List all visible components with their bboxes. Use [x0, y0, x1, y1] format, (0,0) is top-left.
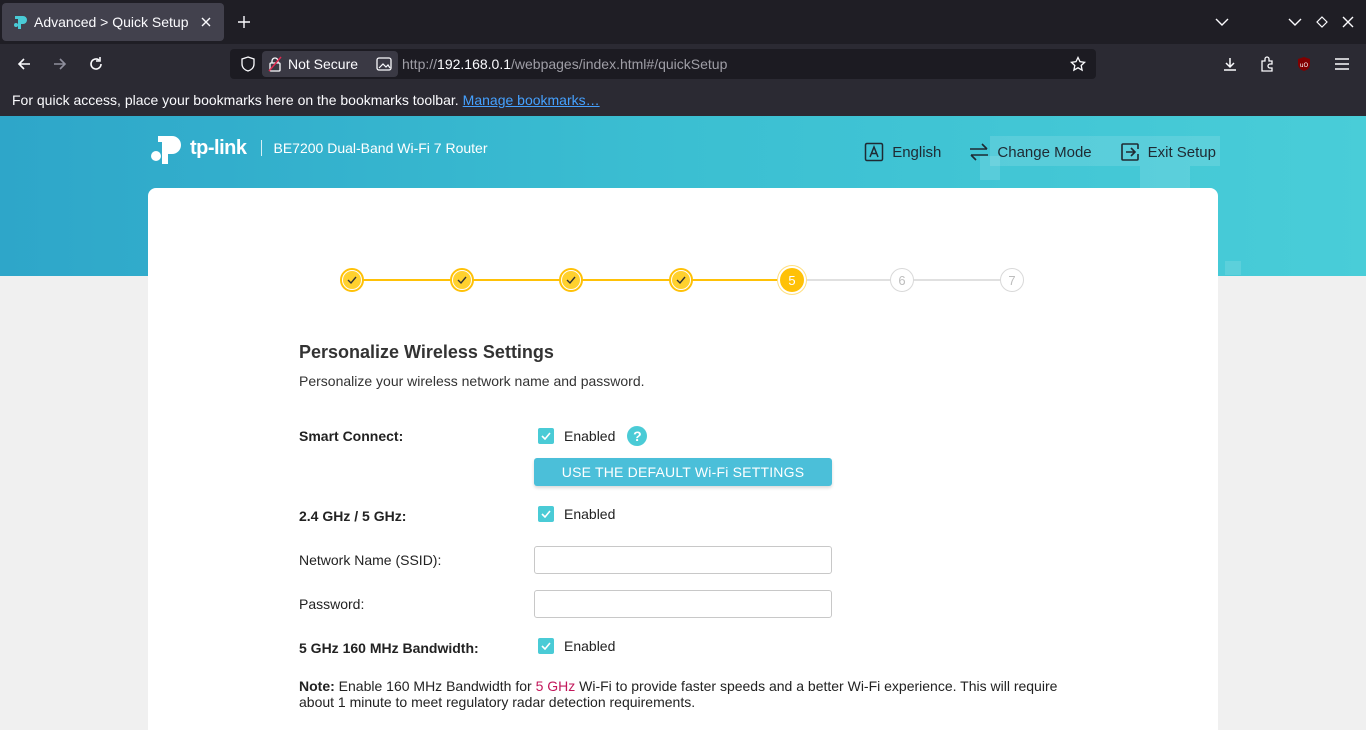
section-title: Personalize Wireless Settings	[299, 342, 554, 362]
change-mode-icon	[969, 143, 989, 161]
step-2	[450, 268, 474, 292]
note-label: Note:	[299, 678, 335, 694]
step-4	[669, 268, 693, 292]
band-checkbox[interactable]	[538, 506, 554, 522]
close-window-icon[interactable]	[1336, 10, 1360, 34]
header-actions: English Change Mode Exit Setup	[836, 142, 1216, 162]
tplink-logo: tp-link BE7200 Dual-Band Wi-Fi 7 Router	[148, 130, 488, 166]
smart-connect-value: Enabled	[564, 428, 616, 444]
reload-icon[interactable]	[84, 52, 108, 76]
maximize-icon[interactable]	[1310, 10, 1334, 34]
change-mode-button[interactable]: Change Mode	[969, 143, 1092, 161]
section-subtitle: Personalize your wireless network name a…	[299, 373, 645, 389]
page-permissions-icon[interactable]	[372, 52, 396, 76]
url-path: /webpages/index.html#/quickSetup	[511, 56, 728, 72]
exit-icon	[1120, 142, 1140, 162]
password-label: Password:	[299, 596, 365, 612]
ssid-input[interactable]	[534, 546, 832, 574]
bandwidth-value: Enabled	[564, 638, 616, 654]
bookmarks-hint: For quick access, place your bookmarks h…	[12, 92, 600, 108]
ublock-origin-icon[interactable]: uO	[1292, 52, 1316, 76]
bookmark-star-icon[interactable]	[1066, 52, 1090, 76]
step-5: 5	[780, 268, 804, 292]
ssid-label: Network Name (SSID):	[299, 552, 442, 568]
checkmark-icon	[541, 510, 551, 518]
step-1	[340, 268, 364, 292]
check-icon	[457, 276, 467, 285]
logo-wordmark: tp-link	[190, 136, 247, 159]
note-text-1: Enable 160 MHz Bandwidth for	[334, 678, 536, 694]
exit-setup-button[interactable]: Exit Setup	[1120, 142, 1216, 162]
setup-stepper: 5 6 7	[340, 268, 1026, 292]
minimize-icon[interactable]	[1283, 10, 1307, 34]
band-label: 2.4 GHz / 5 GHz:	[299, 508, 407, 524]
router-page: tp-link BE7200 Dual-Band Wi-Fi 7 Router …	[0, 116, 1366, 730]
step-6: 6	[890, 268, 914, 292]
note-highlight: 5 GHz	[535, 678, 576, 694]
tplink-logo-icon	[151, 136, 181, 164]
bandwidth-note: Note: Enable 160 MHz Bandwidth for 5 GHz…	[299, 678, 1079, 710]
checkmark-icon	[541, 432, 551, 440]
change-mode-label: Change Mode	[997, 143, 1092, 161]
insecure-lock-icon	[268, 56, 282, 72]
smart-connect-checkbox[interactable]	[538, 428, 554, 444]
bookmarks-message: For quick access, place your bookmarks h…	[12, 92, 459, 108]
help-icon[interactable]: ?	[627, 426, 648, 446]
url-host: 192.168.0.1	[437, 56, 511, 72]
svg-text:uO: uO	[1300, 62, 1309, 69]
bookmarks-toolbar: For quick access, place your bookmarks h…	[0, 84, 1366, 116]
url-text[interactable]: http://192.168.0.1/webpages/index.html#/…	[402, 56, 727, 72]
step-7: 7	[1000, 268, 1024, 292]
bandwidth-label: 5 GHz 160 MHz Bandwidth:	[299, 640, 479, 656]
tab-list-icon[interactable]	[1210, 10, 1234, 34]
password-input[interactable]	[534, 590, 832, 618]
bandwidth-checkbox-row[interactable]: Enabled	[538, 638, 615, 654]
downloads-icon[interactable]	[1218, 52, 1242, 76]
tracking-shield-icon[interactable]	[236, 52, 260, 76]
navigation-toolbar: Not Secure http://192.168.0.1/webpages/i…	[0, 44, 1366, 84]
check-icon	[347, 276, 357, 285]
band-value: Enabled	[564, 506, 616, 522]
hamburger-menu-icon[interactable]	[1330, 52, 1354, 76]
forward-icon[interactable]	[48, 52, 72, 76]
manage-bookmarks-link[interactable]: Manage bookmarks…	[463, 92, 600, 108]
language-icon	[864, 142, 884, 162]
smart-connect-checkbox-row[interactable]: Enabled ?	[538, 426, 648, 446]
language-button[interactable]: English	[864, 142, 941, 162]
address-bar[interactable]: Not Secure http://192.168.0.1/webpages/i…	[230, 49, 1096, 79]
new-tab-icon[interactable]	[232, 10, 256, 34]
smart-connect-label: Smart Connect:	[299, 428, 404, 444]
security-label: Not Secure	[288, 56, 359, 72]
logo-divider	[260, 140, 262, 156]
check-icon	[566, 276, 576, 285]
browser-tab[interactable]: Advanced > Quick Setup	[2, 3, 224, 41]
checkmark-icon	[541, 642, 551, 650]
router-model: BE7200 Dual-Band Wi-Fi 7 Router	[273, 140, 488, 156]
tplink-favicon-icon	[12, 14, 28, 30]
bandwidth-checkbox[interactable]	[538, 638, 554, 654]
language-label: English	[892, 143, 942, 161]
band-checkbox-row[interactable]: Enabled	[538, 506, 615, 522]
use-default-wifi-settings-button[interactable]: USE THE DEFAULT Wi-Fi SETTINGS	[534, 458, 832, 486]
check-icon	[676, 276, 686, 285]
banner-decoration	[1225, 261, 1241, 275]
tab-bar: Advanced > Quick Setup	[0, 0, 1366, 44]
tab-title: Advanced > Quick Setup	[34, 14, 189, 30]
back-icon[interactable]	[12, 52, 36, 76]
exit-setup-label: Exit Setup	[1147, 143, 1216, 161]
extensions-icon[interactable]	[1255, 52, 1279, 76]
close-tab-icon[interactable]	[194, 10, 218, 34]
step-3	[559, 268, 583, 292]
quick-setup-card: 5 6 7 Personalize Wireless Settings Pers…	[148, 188, 1218, 730]
url-scheme: http://	[402, 56, 438, 72]
